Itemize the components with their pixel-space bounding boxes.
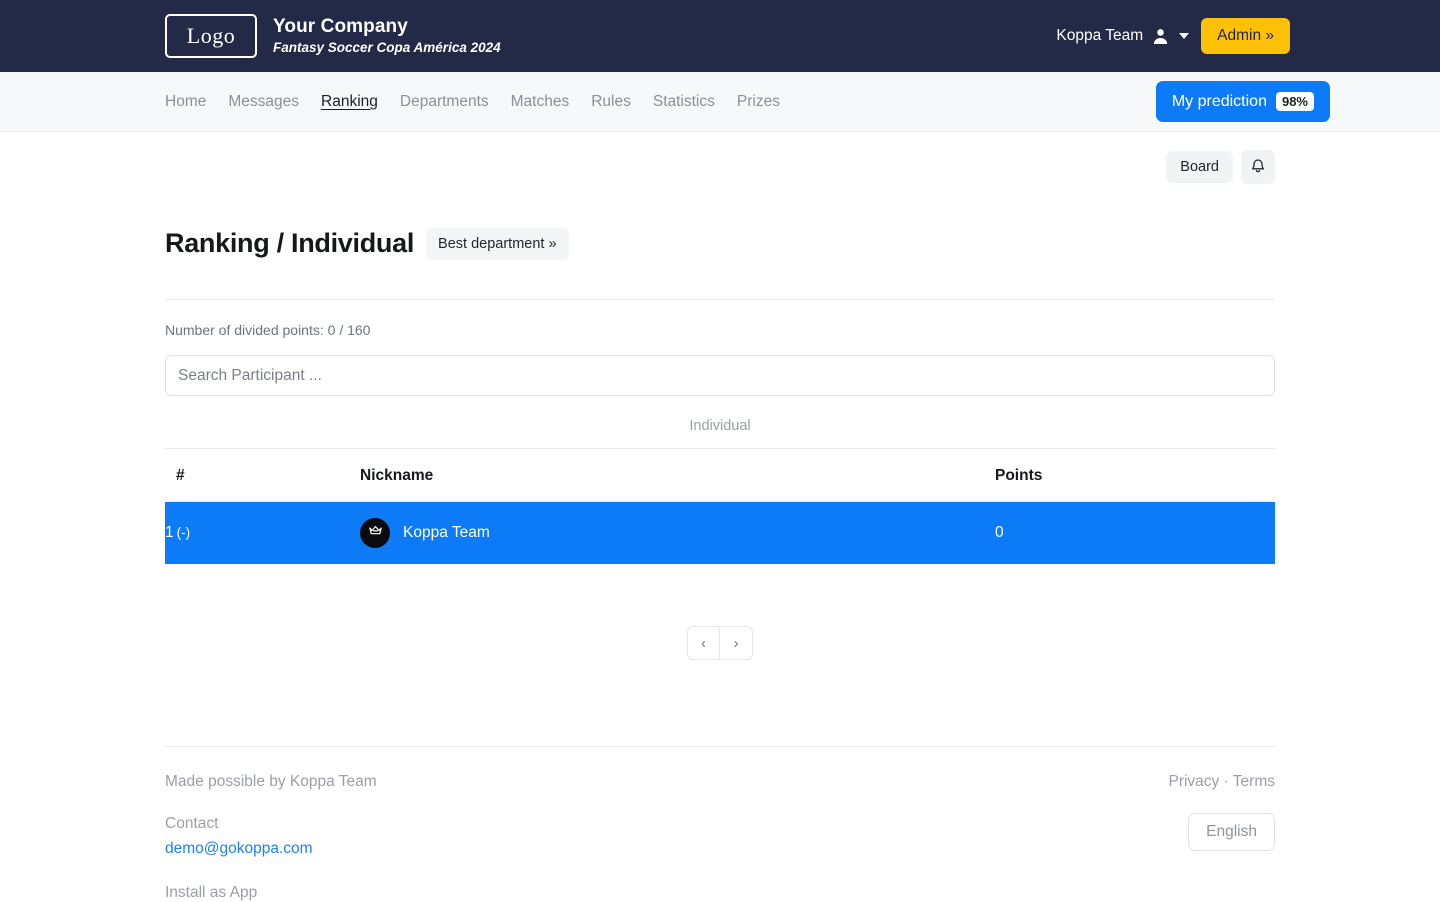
nav-item-prizes[interactable]: Prizes xyxy=(737,91,780,113)
ranking-table-body: 1 (-) Koppa Team 0 xyxy=(165,501,1275,565)
ranking-tabs: Individual xyxy=(165,418,1275,450)
main-navigation: Home Messages Ranking Departments Matche… xyxy=(0,72,1440,132)
nav-item-matches[interactable]: Matches xyxy=(511,91,570,113)
site-footer: Made possible by Koppa Team Contact demo… xyxy=(165,746,1275,902)
footer-email-link[interactable]: demo@gokoppa.com xyxy=(165,840,377,858)
user-menu[interactable]: Koppa Team xyxy=(1056,27,1190,45)
header-actions: Koppa Team Admin » xyxy=(1056,18,1290,54)
footer-install-app[interactable]: Install as App xyxy=(165,884,377,902)
search-participant-input[interactable] xyxy=(165,355,1275,397)
my-prediction-label: My prediction xyxy=(1171,92,1267,110)
table-row[interactable]: 1 (-) Koppa Team 0 xyxy=(165,501,1275,565)
footer-legal-links[interactable]: Privacy · Terms xyxy=(1168,773,1275,791)
avatar xyxy=(360,518,390,549)
nav-item-statistics[interactable]: Statistics xyxy=(653,91,715,113)
nav-item-ranking[interactable]: Ranking xyxy=(321,91,378,113)
nav-item-home[interactable]: Home xyxy=(165,91,206,113)
cell-rank: 1 (-) xyxy=(165,502,360,565)
my-prediction-button[interactable]: My prediction 98% xyxy=(1155,81,1330,122)
footer-contact-label: Contact xyxy=(165,815,219,833)
notifications-button[interactable] xyxy=(1241,150,1275,184)
footer-right: Privacy · Terms English xyxy=(1168,773,1275,902)
user-icon xyxy=(1152,28,1169,45)
rank-number: 1 xyxy=(165,524,174,542)
page-header: Ranking / Individual Best department » xyxy=(165,210,1275,301)
bell-icon xyxy=(1250,157,1266,177)
nav-item-messages[interactable]: Messages xyxy=(228,91,299,113)
nickname-wrapper: Koppa Team xyxy=(360,518,995,549)
page-toolbar: Board xyxy=(165,132,1275,184)
column-header-rank: # xyxy=(165,449,360,503)
prediction-percent-badge: 98% xyxy=(1275,92,1314,111)
footer-left: Made possible by Koppa Team Contact demo… xyxy=(165,773,377,902)
company-name: Your Company xyxy=(273,16,408,38)
top-header: Logo Your Company Fantasy Soccer Copa Am… xyxy=(0,0,1440,72)
brand-text: Your Company Fantasy Soccer Copa América… xyxy=(273,16,501,55)
ranking-table: # Nickname Points 1 (-) Koppa Team 0 xyxy=(165,449,1275,565)
pagination-next-button[interactable]: › xyxy=(720,626,753,661)
company-tagline: Fantasy Soccer Copa América 2024 xyxy=(273,40,501,56)
pager-group: ‹ › xyxy=(687,626,753,661)
user-name-label: Koppa Team xyxy=(1056,27,1144,44)
page-content: Board Ranking / Individual Best departme… xyxy=(0,132,1440,661)
cell-points: 0 xyxy=(995,524,1004,542)
logo-box: Logo xyxy=(165,14,257,58)
cell-nickname: Koppa Team xyxy=(360,502,995,565)
rank-delta: (-) xyxy=(176,525,191,541)
pagination-prev-button[interactable]: ‹ xyxy=(687,626,720,661)
pagination: ‹ › xyxy=(165,626,1275,661)
best-department-button[interactable]: Best department » xyxy=(426,227,569,260)
divided-points-text: Number of divided points: 0 / 160 xyxy=(165,322,371,339)
table-header-row: # Nickname Points xyxy=(165,449,1275,503)
admin-button[interactable]: Admin » xyxy=(1201,18,1290,54)
page-title: Ranking / Individual xyxy=(165,228,415,259)
column-header-nickname: Nickname xyxy=(360,449,995,503)
ranking-table-head: # Nickname Points xyxy=(165,449,1275,503)
nickname-label: Koppa Team xyxy=(403,524,490,542)
nav-items: Home Messages Ranking Departments Matche… xyxy=(165,91,780,113)
language-selector-button[interactable]: English xyxy=(1188,813,1275,852)
column-header-points: Points xyxy=(995,449,1275,503)
footer-credit: Made possible by Koppa Team xyxy=(165,773,377,791)
brand[interactable]: Logo Your Company Fantasy Soccer Copa Am… xyxy=(165,14,501,58)
crown-emblem-icon xyxy=(367,522,384,544)
tab-individual[interactable]: Individual xyxy=(689,418,750,434)
chevron-down-icon xyxy=(1179,33,1190,39)
nav-item-rules[interactable]: Rules xyxy=(591,91,631,113)
board-button[interactable]: Board xyxy=(1166,151,1233,183)
nav-item-departments[interactable]: Departments xyxy=(400,91,489,113)
